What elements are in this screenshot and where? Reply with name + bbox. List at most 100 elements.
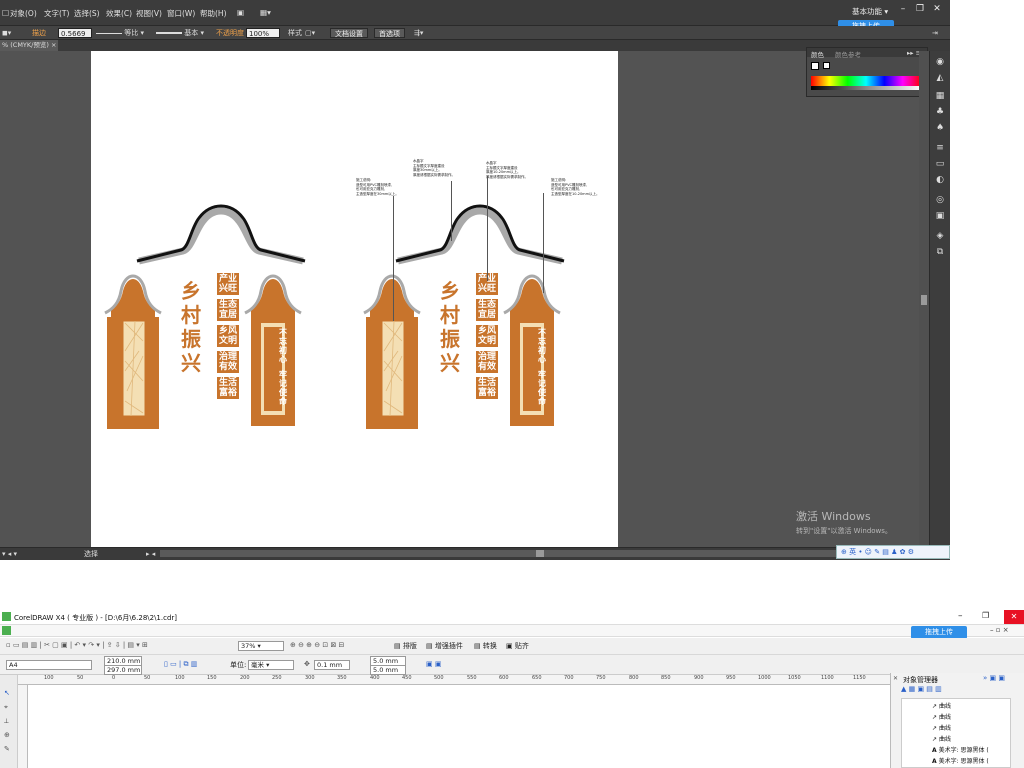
cd-toolbox: ↖ ⌖ ⟂ ⊕ ✎ xyxy=(0,675,18,768)
status-nav-icon[interactable]: ▸ ◂ xyxy=(146,549,155,559)
menu-effect[interactable]: 效果(C) xyxy=(106,8,132,19)
docker-view-icons[interactable]: ▲ ▦ ▣ ▤ ▥ xyxy=(901,685,942,693)
image-trace-icon[interactable]: ▣ xyxy=(934,211,946,221)
stroke-label[interactable]: 描边 xyxy=(32,28,46,38)
tab-color-guide[interactable]: 颜色参考 xyxy=(835,49,861,59)
list-item[interactable]: A 美术字: 思源黑体 ( xyxy=(932,756,989,765)
freehand-tool-icon[interactable]: ✎ xyxy=(4,745,10,753)
docker-title: 对象管理器 xyxy=(903,676,938,684)
illustrator-window: □ 对象(O) 文字(T) 选择(S) 效果(C) 视图(V) 窗口(W) 帮助… xyxy=(0,0,950,560)
artboards-icon[interactable]: ⧉ xyxy=(934,247,946,257)
drawing-canvas[interactable] xyxy=(28,685,890,768)
close-button[interactable]: ✕ xyxy=(1004,610,1024,624)
panel-menu-icon[interactable]: ⇥ xyxy=(932,28,938,38)
file-toolbar-icons[interactable]: ▫ ▭ ▤ ▥ | ✂ ▢ ▣ | ↶ ▾ ↷ ▾ | ⇪ ⇩ | ▤ ▾ ⊞ xyxy=(6,641,148,649)
grayscale-ramp[interactable] xyxy=(811,86,921,90)
document-setup-button[interactable]: 文档设置 xyxy=(330,28,368,38)
stroke-icon[interactable]: ≡ xyxy=(934,143,946,153)
signboard-artwork xyxy=(91,51,618,550)
stroke-weight-input[interactable]: 0.5669 xyxy=(58,28,92,38)
bridge-icon[interactable]: ▣ xyxy=(237,8,244,17)
color-spectrum[interactable] xyxy=(811,76,921,86)
style-swatch-icon[interactable]: ▢▾ xyxy=(305,28,315,38)
menu-type[interactable]: 文字(T) xyxy=(44,8,69,19)
toolbar-button-snap[interactable]: ▣ 贴齐 xyxy=(506,641,529,651)
menu-view[interactable]: 视图(V) xyxy=(136,8,162,19)
scroll-thumb[interactable] xyxy=(921,295,927,305)
graphic-styles-icon[interactable]: ♠ xyxy=(934,123,946,133)
swatches-icon[interactable]: ▦ xyxy=(934,91,946,101)
ime-language[interactable]: 英 xyxy=(849,548,856,556)
brush-select: 基本 ▾ xyxy=(156,28,204,38)
units-label: 单位: xyxy=(230,661,247,669)
zoom-tools-icons[interactable]: ⊕ ⊖ ⊕ ⊖ ⊡ ⊠ ⊟ xyxy=(290,641,344,649)
vertical-scrollbar[interactable] xyxy=(919,51,929,547)
title-column-right: 乡 村 振 兴 xyxy=(438,279,462,375)
pick-tool-icon[interactable]: ↖ xyxy=(4,689,10,697)
tab-color[interactable]: 颜色 xyxy=(811,49,824,59)
list-item[interactable]: ↗ 曲线 xyxy=(932,723,951,732)
fill-stroke-icon[interactable] xyxy=(811,62,819,70)
treat-as-filled-icons[interactable]: ▣ ▣ xyxy=(426,660,441,668)
layers-icon[interactable]: ◈ xyxy=(934,231,946,241)
preferences-button[interactable]: 首选项 xyxy=(374,28,405,38)
object-manager-docker: ✕ 对象管理器 » ▣ ▣ ▲ ▦ ▣ ▤ ▥ ↗ 曲线 ↗ 曲线 ↗ 曲线 ↗… xyxy=(890,673,1024,768)
toolbar-button-plugin[interactable]: ▤ 增强插件 xyxy=(426,641,463,651)
minimize-button[interactable]: – xyxy=(958,611,963,621)
status-text: 选择 xyxy=(84,550,98,558)
style-label: 样式 xyxy=(288,29,302,37)
restore-button[interactable]: ❐ xyxy=(912,3,928,15)
ime-toolbar[interactable]: ⊕ 英 • ☺ ✎ ▤ ♟ ✿ ⚙ xyxy=(836,545,950,559)
menu-window[interactable]: 窗口(W) xyxy=(167,8,195,19)
list-item[interactable]: ↗ 曲线 xyxy=(932,712,951,721)
transparency-icon[interactable]: ◐ xyxy=(934,175,946,185)
menu-help[interactable]: 帮助(H) xyxy=(200,8,227,19)
menu-app-icon[interactable]: □ xyxy=(2,8,9,17)
slogan-block: 乡风文明 xyxy=(476,325,498,347)
opacity-input[interactable]: 100% xyxy=(246,28,280,38)
duplicate-y-input[interactable]: 5.0 mm xyxy=(370,665,406,675)
list-item[interactable]: ↗ 曲线 xyxy=(932,734,951,743)
close-button[interactable]: ✕ xyxy=(929,3,945,15)
docker-collapse-icon[interactable]: ✕ xyxy=(893,675,898,682)
appearance-icon[interactable]: ◉ xyxy=(934,57,946,67)
symbols-icon[interactable]: ♣ xyxy=(934,107,946,117)
list-item[interactable]: A 美术字: 思源黑体 ( xyxy=(932,745,989,754)
opacity-label[interactable]: 不透明度 xyxy=(216,28,244,38)
docker-controls[interactable]: » ▣ ▣ xyxy=(983,674,1005,682)
white-swatch[interactable] xyxy=(823,62,830,69)
menu-select[interactable]: 选择(S) xyxy=(74,8,100,19)
fill-swatch-icon[interactable]: ◼▾ xyxy=(2,28,11,38)
page-height-input[interactable]: 297.0 mm xyxy=(104,665,142,675)
zoom-dropdown-icon[interactable]: ▾ ◂ ▾ xyxy=(2,549,17,559)
horizontal-scrollbar[interactable] xyxy=(160,550,920,557)
document-icon[interactable] xyxy=(2,626,11,635)
menu-object[interactable]: 对象(O) xyxy=(10,8,37,19)
gradient-icon[interactable]: ▭ xyxy=(934,159,946,169)
scroll-thumb[interactable] xyxy=(536,550,544,557)
zoom-tool-icon[interactable]: ⊕ xyxy=(4,731,10,739)
toolbar-button-convert[interactable]: ▤ 转换 xyxy=(474,641,497,651)
callout-note: 施工说明: 造型可用PVC雕刻喷漆, 也可用亚克力雕刻, 主造型厚度在10-20… xyxy=(551,178,600,196)
minimize-button[interactable]: – xyxy=(895,3,911,15)
document-tab[interactable]: % (CMYK/预览) × xyxy=(0,40,58,51)
toolbar-button-layout[interactable]: ▤ 排版 xyxy=(394,641,417,651)
stroke-profile-select: 等比 ▾ xyxy=(96,28,144,38)
restore-button[interactable]: ❐ xyxy=(982,611,989,620)
nudge-input[interactable]: 0.1 mm xyxy=(314,660,350,670)
color-guide-icon[interactable]: ◎ xyxy=(934,195,946,205)
shape-tool-icon[interactable]: ⌖ xyxy=(4,703,8,712)
brushes-icon[interactable]: ◭ xyxy=(934,73,946,83)
leader-line xyxy=(487,176,488,281)
list-item[interactable]: ↗ 曲线 xyxy=(932,701,951,710)
workspace-switcher[interactable]: 基本功能 ▾ xyxy=(852,6,888,17)
arrange-documents-icon[interactable]: ▦▾ xyxy=(260,8,271,17)
slogan-block: 生态宜居 xyxy=(476,299,498,321)
title-char: 乡 xyxy=(181,279,201,303)
doc-window-controls[interactable]: – ▫ × xyxy=(990,626,1009,634)
callout-note: 水晶字 主标题文字厚度建设 厚度10-20mm以上。 厚度请根据实际需求制作。 xyxy=(486,161,528,179)
orientation-icons[interactable]: ▯ ▭ | ⧉ ▥ xyxy=(164,660,197,669)
align-icon[interactable]: ⇶▾ xyxy=(414,28,423,38)
crop-tool-icon[interactable]: ⟂ xyxy=(4,717,9,726)
units-select: 毫米 ▾ xyxy=(248,660,294,670)
